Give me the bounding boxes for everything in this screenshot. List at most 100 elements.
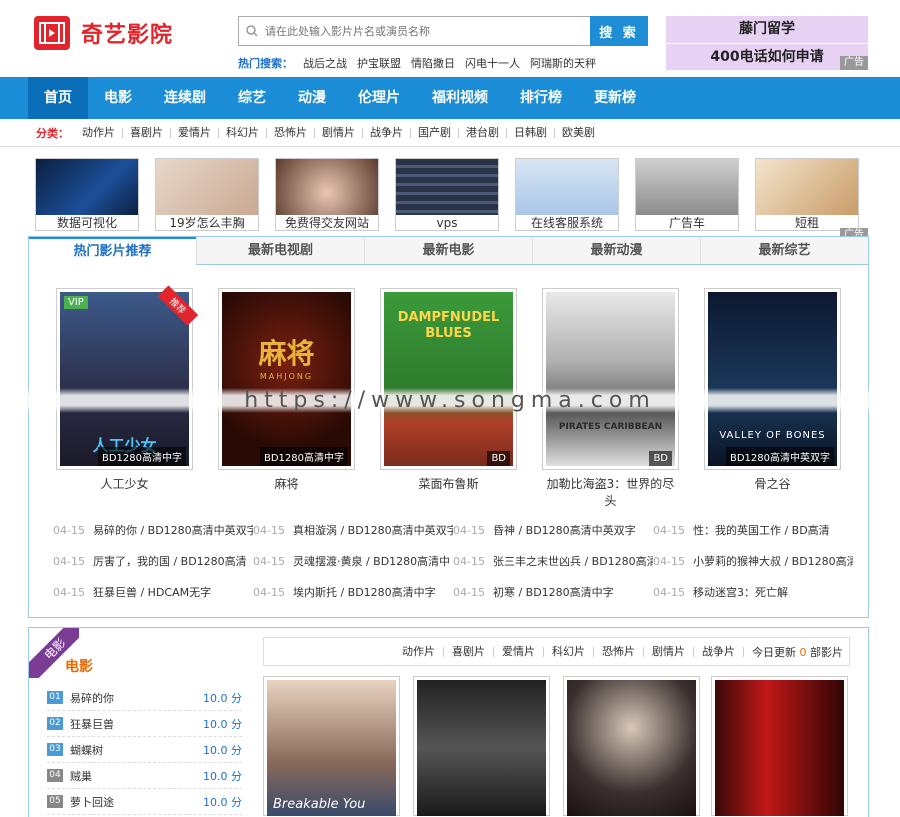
movie-poster[interactable]: 麻将 MAHJONG BD1280高清中字	[218, 288, 355, 470]
news-title[interactable]: 狂暴巨兽 / HDCAM无字	[93, 586, 211, 599]
ad-label[interactable]: 免费得交友网站	[276, 215, 378, 231]
movie-poster[interactable]: VALLEY OF BONES BD1280高清中英双字	[704, 288, 841, 470]
rank-title[interactable]: 贼巢	[70, 768, 203, 784]
category-link[interactable]: 国产剧	[411, 127, 459, 138]
tab-hot[interactable]: 热门影片推荐	[29, 237, 196, 265]
nav-variety[interactable]: 综艺	[222, 77, 282, 119]
movie-poster[interactable]	[413, 676, 550, 816]
news-title[interactable]: 初寒 / BD1280高清中字	[493, 586, 614, 599]
category-link[interactable]: 欧美剧	[555, 127, 602, 138]
rank-item[interactable]: 02 狂暴巨兽 10.0 分	[47, 711, 242, 737]
subcat-link[interactable]: 动作片	[394, 646, 444, 657]
news-title[interactable]: 厉害了，我的国 / BD1280高清	[93, 555, 247, 568]
rank-title[interactable]: 蝴蝶树	[70, 742, 203, 758]
subcat-link[interactable]: 喜剧片	[444, 646, 494, 657]
news-title[interactable]: 灵魂摆渡·黄泉 / BD1280高清中	[293, 555, 450, 568]
category-link[interactable]: 恐怖片	[267, 127, 315, 138]
ad-label[interactable]: 19岁怎么丰胸	[156, 215, 258, 231]
news-title[interactable]: 易碎的你 / BD1280高清中英双字	[93, 524, 253, 537]
hot-link[interactable]: 护宝联盟	[357, 55, 401, 71]
news-item[interactable]: 04-15 厉害了，我的国 / BD1280高清	[53, 546, 253, 576]
category-link[interactable]: 科幻片	[219, 127, 267, 138]
ad-item[interactable]: 广告车	[635, 158, 739, 231]
news-item[interactable]: 04-15 性：我的英国工作 / BD高清	[653, 515, 853, 545]
search-button[interactable]: 搜 索	[590, 16, 648, 46]
movie-title[interactable]: 菜面布鲁斯	[380, 475, 517, 492]
movie-poster[interactable]: Breakable You	[263, 676, 400, 816]
nav-movie[interactable]: 电影	[88, 77, 148, 119]
hot-link[interactable]: 情陷撒日	[411, 55, 455, 71]
news-item[interactable]: 04-15 埃内斯托 / BD1280高清中字	[253, 577, 453, 607]
rank-item[interactable]: 04 贼巢 10.0 分	[47, 763, 242, 789]
news-title[interactable]: 埃内斯托 / BD1280高清中字	[293, 586, 436, 599]
tab-movie[interactable]: 最新电影	[364, 237, 532, 264]
site-logo[interactable]: 奇艺影院	[34, 16, 173, 50]
news-title[interactable]: 小萝莉的猴神大叔 / BD1280高清	[693, 555, 853, 568]
hot-link[interactable]: 战后之战	[303, 55, 347, 71]
news-item[interactable]: 04-15 狂暴巨兽 / HDCAM无字	[53, 577, 253, 607]
category-link[interactable]: 战争片	[363, 127, 411, 138]
movie-title[interactable]: 加勒比海盗3：世界的尽头	[542, 475, 679, 509]
rank-item[interactable]: 03 蝴蝶树 10.0 分	[47, 737, 242, 763]
rank-item[interactable]: 01 易碎的你 10.0 分	[47, 685, 242, 711]
news-item[interactable]: 04-15 易碎的你 / BD1280高清中英双字	[53, 515, 253, 545]
movie-title[interactable]: 骨之谷	[704, 475, 841, 492]
nav-home[interactable]: 首页	[28, 77, 88, 119]
movie-poster[interactable]: PIRATES CARIBBEAN BD	[542, 288, 679, 470]
movie-title[interactable]: 麻将	[218, 475, 355, 492]
ad-label[interactable]: 广告车	[636, 215, 738, 231]
ad-label[interactable]: 在线客服系统	[516, 215, 618, 231]
news-item[interactable]: 04-15 灵魂摆渡·黄泉 / BD1280高清中	[253, 546, 453, 576]
news-title[interactable]: 真相漩涡 / BD1280高清中英双字	[293, 524, 453, 537]
subcat-link[interactable]: 恐怖片	[594, 646, 644, 657]
news-title[interactable]: 昏神 / BD1280高清中英双字	[493, 524, 636, 537]
news-item[interactable]: 04-15 初寒 / BD1280高清中字	[453, 577, 653, 607]
ad-item[interactable]: 免费得交友网站	[275, 158, 379, 231]
ad-item[interactable]: 短租	[755, 158, 859, 231]
tab-variety[interactable]: 最新综艺	[700, 237, 868, 264]
news-item[interactable]: 04-15 昏神 / BD1280高清中英双字	[453, 515, 653, 545]
nav-series[interactable]: 连续剧	[148, 77, 222, 119]
nav-ethics[interactable]: 伦理片	[342, 77, 416, 119]
tab-tv[interactable]: 最新电视剧	[196, 237, 364, 264]
tab-anime[interactable]: 最新动漫	[532, 237, 700, 264]
hot-link[interactable]: 闪电十一人	[465, 55, 520, 71]
rank-title[interactable]: 萝卜回途	[70, 794, 203, 810]
top-ad-line1[interactable]: 藤门留学	[666, 16, 868, 43]
nav-ranking[interactable]: 排行榜	[504, 77, 578, 119]
ad-label[interactable]: 数据可视化	[36, 215, 138, 231]
movie-poster[interactable]: VIP 推荐 人工少女 BD1280高清中字	[56, 285, 199, 470]
category-link[interactable]: 动作片	[75, 127, 123, 138]
movie-poster[interactable]	[563, 676, 700, 816]
hot-link[interactable]: 阿瑞斯的天秤	[530, 55, 596, 71]
rank-item[interactable]: 05 萝卜回途 10.0 分	[47, 789, 242, 815]
top-ad[interactable]: 藤门留学 400电话如何申请 广告	[666, 16, 868, 70]
ad-item[interactable]: 19岁怎么丰胸	[155, 158, 259, 231]
subcat-link[interactable]: 战争片	[694, 646, 744, 657]
category-link[interactable]: 日韩剧	[507, 127, 555, 138]
subcat-link[interactable]: 科幻片	[544, 646, 594, 657]
news-item[interactable]: 04-15 张三丰之末世凶兵 / BD1280高清	[453, 546, 653, 576]
movie-poster[interactable]: DAMPFNUDEL BLUES BD	[380, 288, 517, 470]
news-item[interactable]: 04-15 移动迷宫3：死亡解	[653, 577, 853, 607]
search-input[interactable]	[238, 16, 590, 46]
nav-updates[interactable]: 更新榜	[578, 77, 652, 119]
section-title[interactable]: 电影	[65, 656, 93, 676]
rank-title[interactable]: 易碎的你	[70, 690, 203, 706]
category-link[interactable]: 喜剧片	[123, 127, 171, 138]
ad-item[interactable]: 在线客服系统	[515, 158, 619, 231]
news-title[interactable]: 移动迷宫3：死亡解	[693, 586, 788, 599]
subcat-link[interactable]: 爱情片	[494, 646, 544, 657]
subcat-link[interactable]: 剧情片	[644, 646, 694, 657]
ad-item[interactable]: 数据可视化	[35, 158, 139, 231]
top-ad-line2[interactable]: 400电话如何申请	[666, 44, 868, 70]
nav-anime[interactable]: 动漫	[282, 77, 342, 119]
news-title[interactable]: 张三丰之末世凶兵 / BD1280高清	[493, 555, 653, 568]
news-title[interactable]: 性：我的英国工作 / BD高清	[693, 524, 830, 537]
movie-poster[interactable]	[711, 676, 848, 816]
rank-title[interactable]: 狂暴巨兽	[70, 716, 203, 732]
ad-label[interactable]: vps	[396, 215, 498, 231]
category-link[interactable]: 港台剧	[459, 127, 507, 138]
news-item[interactable]: 04-15 小萝莉的猴神大叔 / BD1280高清	[653, 546, 853, 576]
category-link[interactable]: 爱情片	[171, 127, 219, 138]
